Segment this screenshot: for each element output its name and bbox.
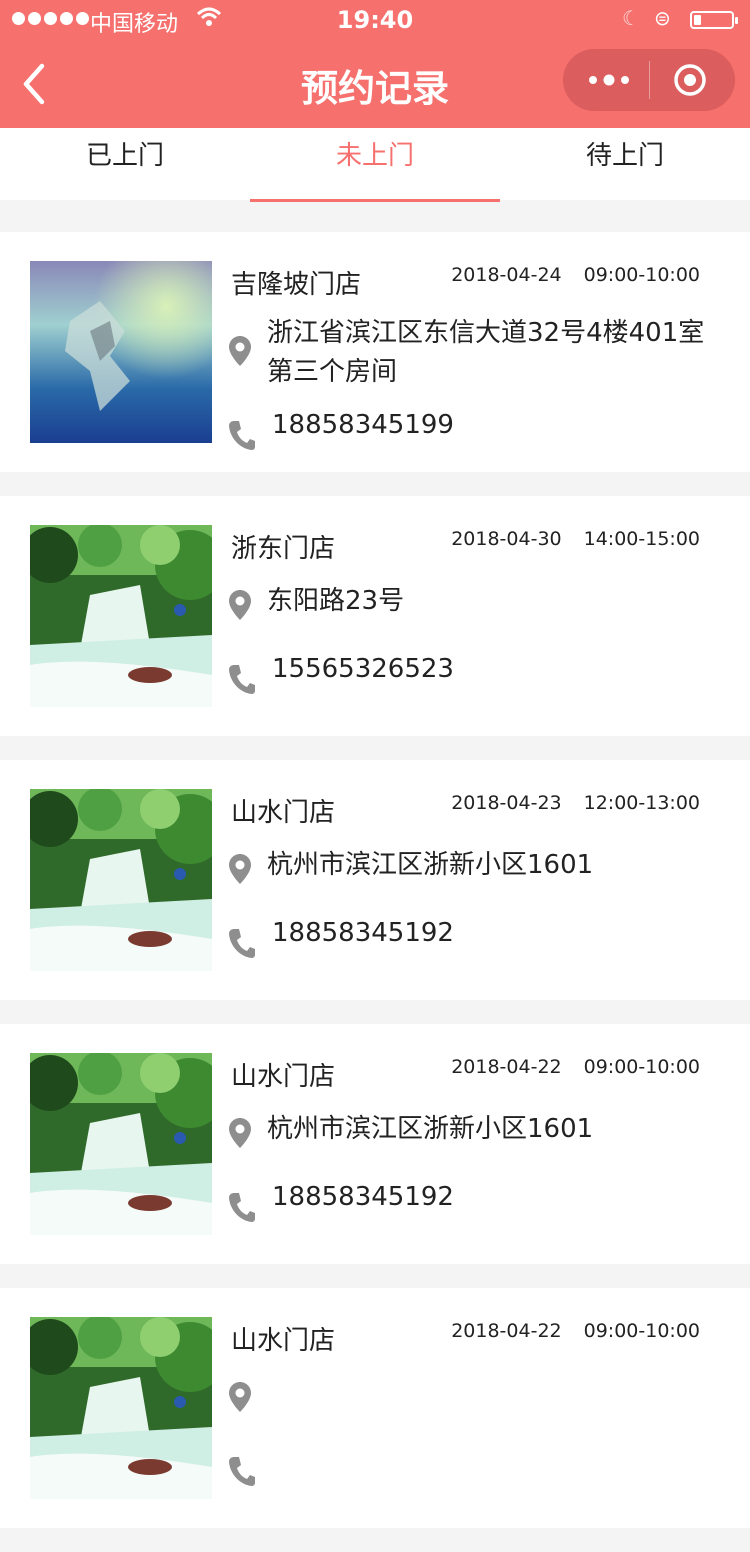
appointment-card[interactable]: 山水门店 2018-04-22 09:00-10:00 bbox=[0, 1288, 750, 1528]
close-miniprogram-button[interactable] bbox=[673, 63, 707, 97]
appointment-card[interactable]: 山水门店 2018-04-22 09:00-10:00 杭州市滨江区浙新小区160… bbox=[0, 1024, 750, 1264]
appointment-time: 14:00-15:00 bbox=[583, 528, 700, 550]
store-name: 山水门店 bbox=[231, 798, 336, 828]
store-name: 山水门店 bbox=[231, 1062, 336, 1092]
waterfall-image bbox=[30, 789, 212, 971]
appointment-datetime: 2018-04-22 09:00-10:00 bbox=[451, 1056, 700, 1078]
phone-icon bbox=[229, 421, 255, 450]
more-dots-icon bbox=[589, 74, 629, 86]
store-thumbnail bbox=[30, 261, 212, 443]
store-thumbnail bbox=[30, 525, 212, 707]
location-pin-icon bbox=[229, 1382, 251, 1412]
moon-icon: ☾ bbox=[622, 6, 640, 30]
waterfall-image bbox=[30, 525, 212, 707]
location-pin-icon bbox=[229, 590, 251, 620]
store-name: 山水门店 bbox=[231, 1326, 336, 1356]
location-pin-icon bbox=[229, 854, 251, 884]
appointment-card[interactable]: 浙东门店 2018-04-30 14:00-15:00 东阳路23号 155653… bbox=[0, 496, 750, 736]
miniprogram-capsule bbox=[563, 49, 735, 111]
rotation-lock-icon: ⊜ bbox=[654, 6, 671, 30]
appointment-card[interactable]: 吉隆坡门店 2018-04-24 09:00-10:00 浙江省滨江区东信大道32… bbox=[0, 232, 750, 472]
tab-visited[interactable]: 已上门 bbox=[0, 128, 250, 200]
store-name: 浙东门店 bbox=[231, 534, 336, 564]
top-header: 中国移动 19:40 ☾ ⊜ 预约记录 bbox=[0, 0, 750, 128]
location-pin-icon bbox=[229, 1118, 251, 1148]
battery-level bbox=[694, 15, 701, 25]
tab-bar: 已上门 未上门 待上门 bbox=[0, 128, 750, 202]
appointment-date: 2018-04-24 bbox=[451, 264, 562, 286]
appointment-datetime: 2018-04-24 09:00-10:00 bbox=[451, 264, 700, 286]
appointment-card[interactable]: 山水门店 2018-04-23 12:00-13:00 杭州市滨江区浙新小区160… bbox=[0, 760, 750, 1000]
appointment-time: 09:00-10:00 bbox=[583, 264, 700, 286]
status-bar: 中国移动 19:40 ☾ ⊜ bbox=[0, 0, 750, 40]
store-thumbnail bbox=[30, 1053, 212, 1235]
tab-pending-visit[interactable]: 待上门 bbox=[500, 128, 750, 200]
appointment-time: 12:00-13:00 bbox=[583, 792, 700, 814]
battery-icon bbox=[690, 11, 738, 29]
store-address: 杭州市滨江区浙新小区1601 bbox=[267, 850, 594, 880]
store-phone[interactable]: 18858345199 bbox=[272, 410, 454, 440]
appointment-time: 09:00-10:00 bbox=[583, 1320, 700, 1342]
more-menu-button[interactable] bbox=[585, 67, 633, 93]
store-thumbnail bbox=[30, 789, 212, 971]
store-thumbnail bbox=[30, 1317, 212, 1499]
waterfall-image bbox=[30, 1317, 212, 1499]
waterfall-image bbox=[30, 1053, 212, 1235]
store-name: 吉隆坡门店 bbox=[231, 270, 362, 300]
appointment-date: 2018-04-22 bbox=[451, 1320, 562, 1342]
appointment-time: 09:00-10:00 bbox=[583, 1056, 700, 1078]
appointment-datetime: 2018-04-23 12:00-13:00 bbox=[451, 792, 700, 814]
appointment-datetime: 2018-04-30 14:00-15:00 bbox=[451, 528, 700, 550]
appointment-date: 2018-04-22 bbox=[451, 1056, 562, 1078]
store-phone[interactable]: 18858345192 bbox=[272, 1182, 454, 1212]
appointment-datetime: 2018-04-22 09:00-10:00 bbox=[451, 1320, 700, 1342]
tab-not-visited[interactable]: 未上门 bbox=[250, 128, 500, 202]
appointment-list: 吉隆坡门店 2018-04-24 09:00-10:00 浙江省滨江区东信大道32… bbox=[0, 232, 750, 1552]
abstract-blue-image bbox=[30, 261, 212, 443]
appointment-date: 2018-04-30 bbox=[451, 528, 562, 550]
store-address: 杭州市滨江区浙新小区1601 bbox=[267, 1114, 594, 1144]
store-phone[interactable]: 18858345192 bbox=[272, 918, 454, 948]
phone-icon bbox=[229, 1193, 255, 1222]
target-close-icon bbox=[674, 64, 706, 96]
appointment-date: 2018-04-23 bbox=[451, 792, 562, 814]
phone-icon bbox=[229, 665, 255, 694]
phone-icon bbox=[229, 929, 255, 958]
store-address: 浙江省滨江区东信大道32号4楼401室第三个房间 bbox=[267, 318, 705, 387]
location-pin-icon bbox=[229, 336, 251, 366]
store-phone[interactable]: 15565326523 bbox=[272, 654, 454, 684]
capsule-divider bbox=[649, 61, 650, 99]
store-address: 东阳路23号 bbox=[267, 586, 405, 616]
phone-icon bbox=[229, 1457, 255, 1486]
